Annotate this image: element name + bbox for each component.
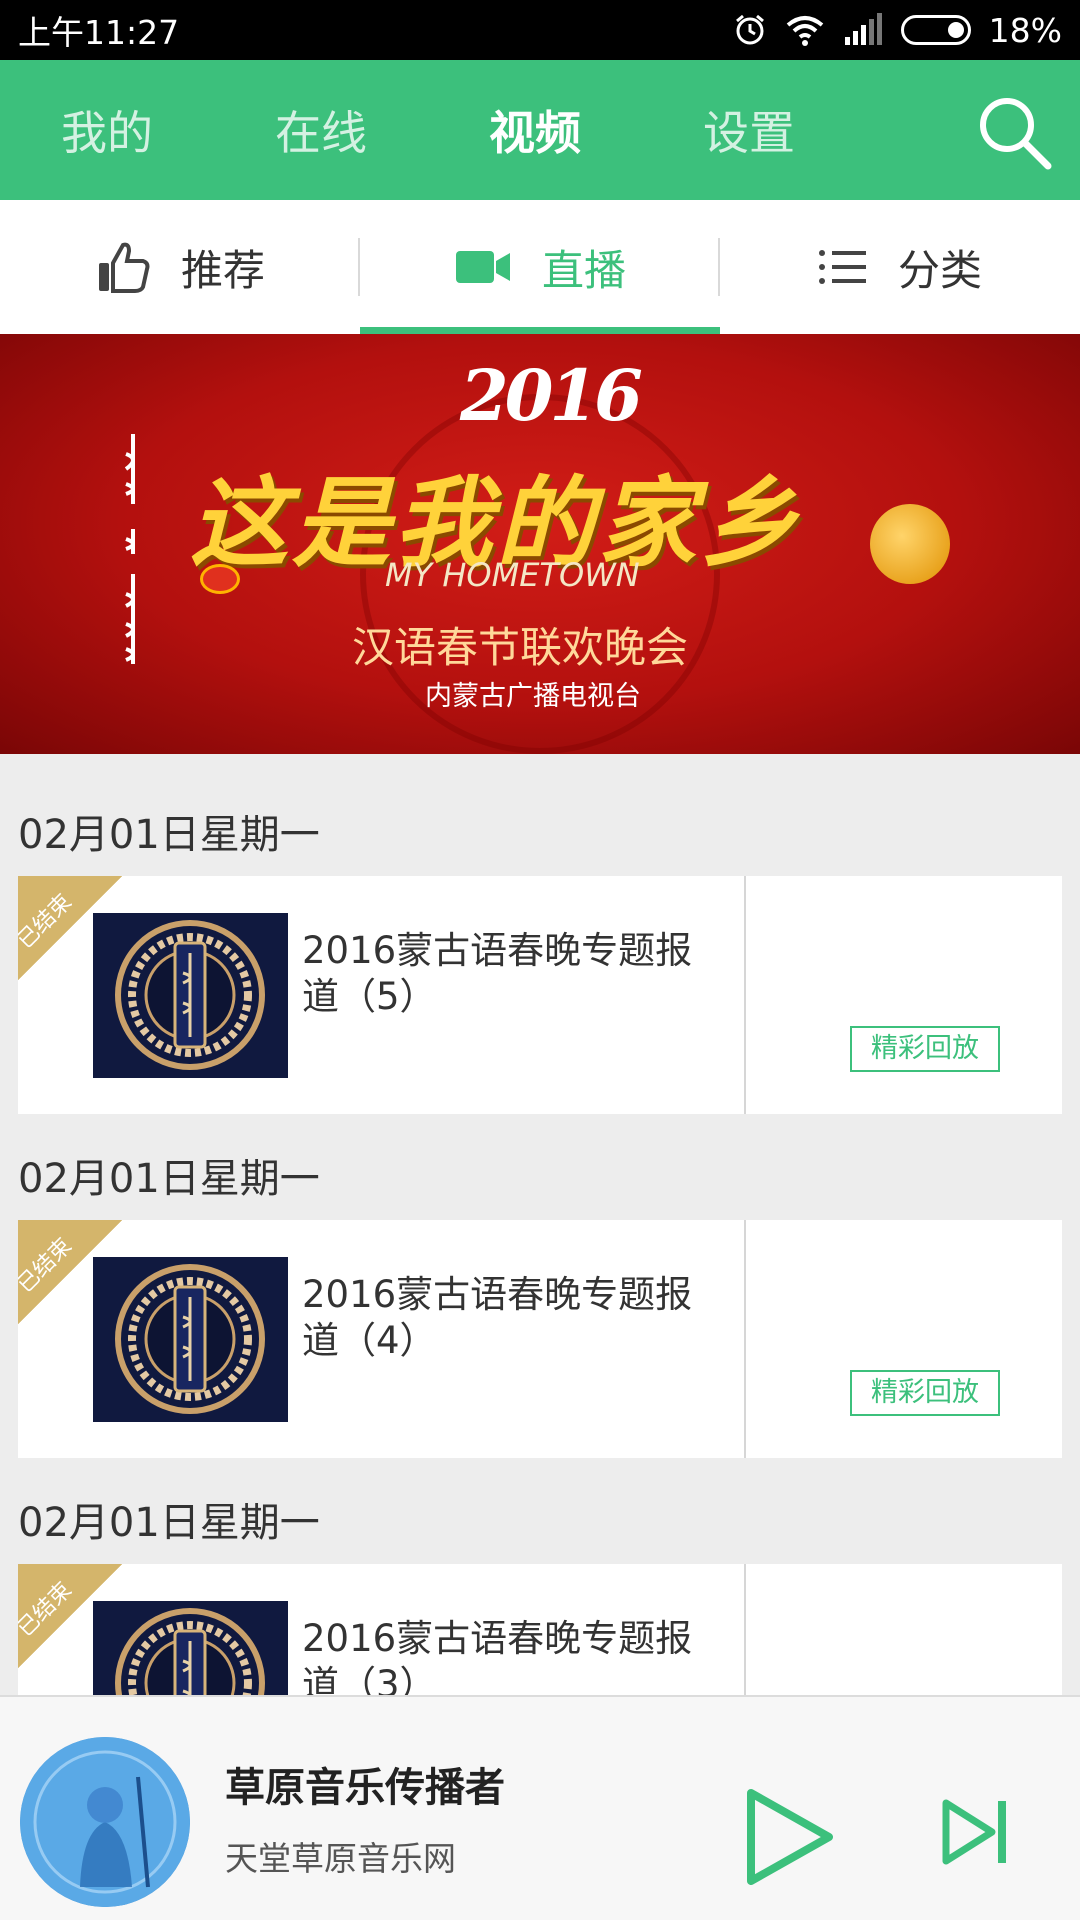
date-header: 02月01日星期一 <box>18 1156 320 1202</box>
album-art <box>20 1737 190 1907</box>
monkey-mascot-graphic <box>870 504 950 584</box>
track-source: 天堂草原音乐网 <box>225 1839 456 1878</box>
date-header: 02月01日星期一 <box>18 1500 320 1546</box>
status-icons: 18% <box>733 11 1062 50</box>
list-item[interactable]: 已结束 2016蒙古语春晚专题报道（5） 精彩回放 <box>18 876 1062 1114</box>
search-icon[interactable] <box>974 92 1054 172</box>
item-action-area <box>744 1564 1062 1695</box>
item-content[interactable]: 已结束 2016蒙古语春晚专题报道（3） <box>18 1564 743 1695</box>
replay-button[interactable]: 精彩回放 <box>850 1370 1000 1416</box>
program-title: 2016蒙古语春晚专题报道（5） <box>302 929 693 1018</box>
signal-icon <box>844 13 882 45</box>
program-title: 2016蒙古语春晚专题报道（4） <box>302 1273 693 1362</box>
tab-video[interactable]: 视频 <box>428 97 642 163</box>
sub-tabs: 推荐 直播 分类 <box>0 200 1080 334</box>
status-bar: 上午11:27 18% <box>0 0 1080 60</box>
item-content[interactable]: 已结束 2016蒙古语春晚专题报道（5） <box>18 876 743 1114</box>
thumbs-up-icon <box>98 242 150 293</box>
list-item[interactable]: 已结束 2016蒙古语春晚专题报道（4） 精彩回放 <box>18 1220 1062 1458</box>
program-thumbnail <box>93 1601 288 1695</box>
subtab-category-label: 分类 <box>897 245 982 295</box>
subtab-live[interactable]: 直播 <box>360 200 720 334</box>
item-action-area <box>744 876 1062 1114</box>
subtab-recommend-label: 推荐 <box>180 245 265 295</box>
list-icon <box>818 250 866 284</box>
subtab-category[interactable]: 分类 <box>720 200 1080 334</box>
mini-player[interactable]: 草原音乐传播者 天堂草原音乐网 <box>0 1695 1080 1920</box>
firecracker-graphic <box>200 564 240 594</box>
banner-subtitle: 汉语春节联欢晚会 <box>352 623 689 672</box>
item-action-area <box>744 1220 1062 1458</box>
status-badge-label: 已结束 <box>18 1233 77 1298</box>
status-time: 上午11:27 <box>18 13 180 52</box>
list-item[interactable]: 已结束 2016蒙古语春晚专题报道（3） <box>18 1564 1062 1695</box>
status-badge-label: 已结束 <box>18 889 77 954</box>
date-header: 02月01日星期一 <box>18 812 320 858</box>
wifi-icon <box>786 16 823 46</box>
tab-online[interactable]: 在线 <box>214 97 428 163</box>
alarm-icon <box>735 14 764 45</box>
banner-org: 内蒙古广播电视台 <box>425 681 641 712</box>
program-thumbnail <box>93 1257 288 1422</box>
battery-percent: 18% <box>988 10 1062 50</box>
banner-year: 2016 <box>460 354 643 437</box>
banner-subtitle-en: MY HOMETOWN <box>385 556 640 594</box>
replay-button[interactable]: 精彩回放 <box>850 1026 1000 1072</box>
top-nav: 我的 在线 视频 设置 <box>0 60 1080 200</box>
program-title: 2016蒙古语春晚专题报道（3） <box>302 1617 693 1695</box>
play-icon[interactable] <box>745 1787 835 1887</box>
tab-mine[interactable]: 我的 <box>0 97 214 163</box>
video-camera-icon <box>455 251 510 283</box>
subtab-recommend[interactable]: 推荐 <box>0 200 360 334</box>
track-title: 草原音乐传播者 <box>225 1765 505 1811</box>
program-thumbnail <box>93 913 288 1078</box>
item-content[interactable]: 已结束 2016蒙古语春晚专题报道（4） <box>18 1220 743 1458</box>
skip-next-icon[interactable] <box>940 1797 1010 1867</box>
subtab-live-label: 直播 <box>541 245 626 295</box>
mongolian-script-graphic <box>124 434 135 664</box>
promo-banner[interactable]: 2016 这是我的家乡 MY HOMETOWN 汉语春节联欢晚会 内蒙古广播电视… <box>0 334 1080 754</box>
status-badge-label: 已结束 <box>18 1577 77 1642</box>
schedule-list[interactable]: 02月01日星期一 已结束 2016蒙古语春晚专题报道（5） 精彩回放 02月0… <box>0 770 1080 1695</box>
tab-settings[interactable]: 设置 <box>642 97 856 163</box>
battery-icon <box>900 15 971 45</box>
